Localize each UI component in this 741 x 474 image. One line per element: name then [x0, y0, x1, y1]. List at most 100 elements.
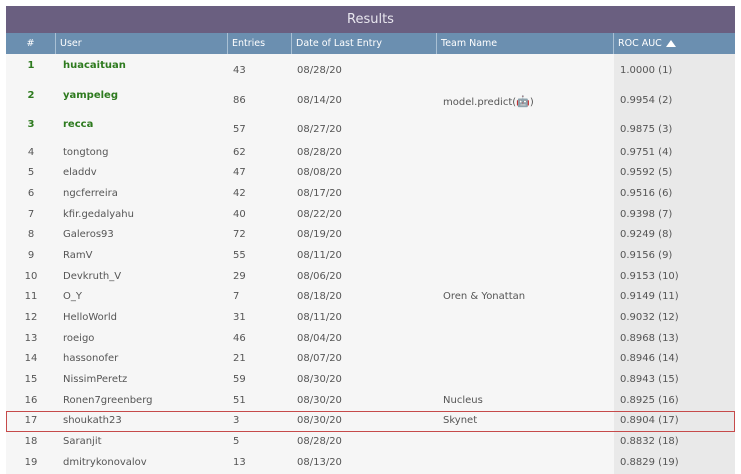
entries-cell: 21 [228, 349, 292, 370]
user-cell-text: eladdv [63, 167, 97, 179]
date-cell: 08/06/20 [292, 267, 437, 288]
column-header-entries[interactable]: Entries [228, 33, 292, 54]
rank-cell-text: 12 [24, 312, 38, 323]
rank-cell: 3 [6, 113, 56, 143]
date-cell: 08/17/20 [292, 184, 437, 205]
date-cell-text: 08/14/20 [297, 94, 342, 106]
column-header-user[interactable]: User [56, 33, 228, 54]
user-cell[interactable]: huacaituan [56, 54, 228, 84]
entries-cell: 72 [228, 225, 292, 246]
roc-auc-cell-text: 0.9153 (10) [620, 270, 679, 282]
team-cell [437, 163, 614, 184]
user-cell[interactable]: hassonofer [56, 349, 228, 370]
user-cell[interactable]: Saranjit [56, 432, 228, 453]
rank-cell-text: 1 [27, 60, 35, 71]
user-cell-text: Ronen7greenberg [63, 394, 153, 406]
user-cell[interactable]: NissimPeretz [56, 370, 228, 391]
user-cell[interactable]: Ronen7greenberg [56, 391, 228, 412]
rank-cell: 10 [6, 267, 56, 288]
user-cell-text: Galeros93 [63, 229, 114, 241]
table-row: 7 kfir.gedalyahu 40 08/22/20 0.9398 (7) [6, 204, 735, 226]
user-cell[interactable]: dmitrykonovalov [56, 453, 228, 474]
date-cell: 08/18/20 [292, 287, 437, 308]
user-cell[interactable]: ngcferreira [56, 184, 228, 205]
date-cell-text: 08/04/20 [297, 332, 342, 344]
table-row: 3 recca 57 08/27/20 0.9875 (3) [6, 113, 735, 143]
column-header-date[interactable]: Date of Last Entry [292, 33, 437, 54]
team-cell-text: Oren & Yonattan [443, 291, 526, 303]
date-cell-text: 08/27/20 [297, 124, 342, 135]
rank-cell: 1 [6, 54, 56, 84]
date-cell: 08/30/20 [292, 411, 437, 432]
rank-cell-text: 9 [27, 249, 35, 261]
team-cell [437, 143, 614, 164]
user-cell[interactable]: tongtong [56, 143, 228, 164]
user-cell-text: kfir.gedalyahu [63, 208, 134, 220]
sort-ascending-icon[interactable] [665, 40, 676, 47]
team-cell-text: Nucleus [443, 394, 483, 406]
rank-cell: 12 [6, 308, 56, 329]
user-cell[interactable]: RamV [56, 246, 228, 267]
user-cell[interactable]: yampeleg [56, 84, 228, 114]
roc-auc-cell-text: 0.8829 (19) [620, 456, 679, 468]
date-cell-text: 08/18/20 [297, 291, 342, 303]
table-body: 1 huacaituan 4 3 08/28/20 1.0000 (1) 2 yampeleg… [6, 54, 735, 474]
user-cell[interactable]: kfir.gedalyahu [56, 205, 228, 226]
date-cell-text: 08/22/20 [297, 208, 342, 220]
column-header-team[interactable]: Team Name [437, 33, 614, 54]
user-cell[interactable]: Galeros93 [56, 225, 228, 246]
column-header-rank[interactable]: # [6, 33, 56, 54]
entries-cell-text: 62 [233, 146, 246, 158]
date-cell-text: 08/08/20 [297, 167, 342, 179]
rank-cell-text: 3 [27, 119, 35, 130]
table-row: 18 Saranjit 5 08/28/20 0.8832 (18) [6, 432, 735, 453]
date-cell-text: 08/30/20 [297, 374, 342, 386]
date-cell-text: 08/28/20 [297, 65, 342, 76]
user-cell[interactable]: HelloWorld [56, 308, 228, 329]
user-cell[interactable]: roeigo [56, 329, 228, 350]
table-row: 11 O_Y 7 08/18/20 Oren & Yonattan 0.9149 (11) [6, 287, 735, 308]
entries-cell: 62 [228, 143, 292, 164]
roc-auc-cell: 0.8968 (13) [614, 328, 735, 350]
user-cell[interactable]: recca [56, 113, 228, 143]
team-cell [437, 246, 614, 267]
roc-auc-cell: 0.9516 (6) [614, 183, 735, 205]
roc-auc-cell-text: 0.8925 (16) [620, 394, 679, 406]
roc-auc-cell: 0.8832 (18) [614, 432, 735, 453]
user-cell-text: HelloWorld [63, 312, 118, 323]
entries-cell-text: 47 [233, 167, 246, 179]
date-cell-text: 08/07/20 [297, 353, 342, 365]
date-cell-text: 08/19/20 [297, 229, 342, 241]
rank-cell-text: 16 [24, 394, 38, 406]
user-cell-text: hassonofer [63, 353, 119, 365]
user-cell[interactable]: shoukath23 [56, 411, 228, 432]
user-cell[interactable]: Devkruth_V [56, 267, 228, 288]
entries-cell: 31 [228, 308, 292, 329]
rank-cell-text: 2 [27, 89, 35, 101]
team-cell: Skynet [437, 411, 614, 432]
roc-auc-cell: 0.8946 (14) [614, 349, 735, 371]
table-row: 1 huacaituan 43 08/28/20 1.0000 (1) [6, 54, 735, 84]
date-cell: 08/27/20 [292, 113, 437, 143]
user-cell-text: yampeleg [63, 89, 118, 101]
entries-cell: 57 [228, 113, 292, 143]
roc-auc-cell: 0.8904 (17) [614, 411, 735, 433]
date-cell-text: 08/11/20 [297, 249, 342, 261]
entries-cell-text: 5 [233, 436, 240, 448]
date-cell-text: 08/28/20 [297, 436, 342, 448]
table-row: 2 yampeleg 86 08/14/20 model.predict(🤖) 0.995… [6, 83, 735, 114]
user-cell[interactable]: O_Y [56, 287, 228, 308]
rank-cell-text: 4 [27, 146, 35, 158]
entries-cell-text: 29 [233, 270, 246, 282]
entries-cell-text: 42 [233, 187, 246, 199]
rank-cell-text: 19 [24, 456, 38, 468]
entries-cell-text: 3 [233, 415, 240, 427]
user-cell[interactable]: eladdv [56, 163, 228, 184]
column-header-roc-auc[interactable]: ROC AUC [614, 33, 735, 54]
table-row: 17 shoukath23 3 08/30/20 Skynet 0.8904 (17) [6, 411, 735, 433]
roc-auc-cell-text: 1.0000 (1) [620, 65, 673, 76]
date-cell: 08/28/20 [292, 432, 437, 453]
rank-cell: 7 [6, 205, 56, 226]
table-row: 6 ngcferreira 42 08/17/20 0.9516 (6) [6, 183, 735, 205]
team-cell [437, 349, 614, 370]
